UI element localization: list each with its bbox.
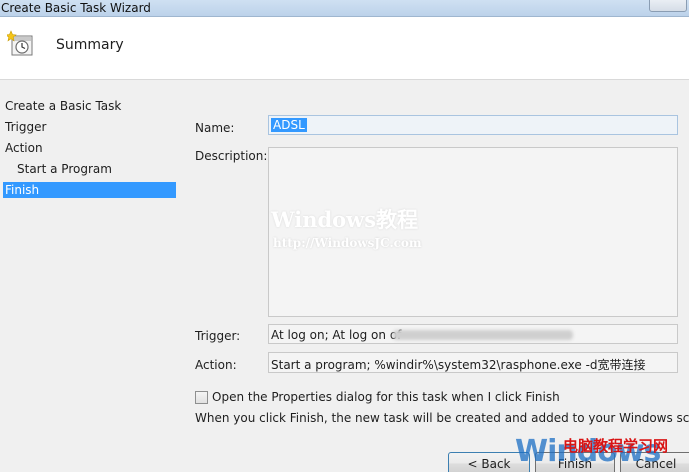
name-field[interactable]: ADSL	[268, 115, 678, 135]
close-window-button[interactable]	[649, 0, 687, 12]
wizard-header: Summary	[0, 17, 689, 80]
page-title: Summary	[56, 37, 124, 53]
title-bar[interactable]: Create Basic Task Wizard	[0, 0, 689, 17]
action-field: Start a program; %windir%\system32\rasph…	[268, 352, 678, 373]
action-value: Start a program; %windir%\system32\rasph…	[271, 358, 646, 372]
name-label: Name:	[195, 121, 235, 135]
wizard-steps: Create a Basic Task Trigger Action Start…	[0, 80, 178, 472]
site-watermark: Windows 电脑教程学习网	[515, 434, 689, 472]
watermark-title: Windows教程	[271, 207, 419, 232]
watermark-url: http://WindowsJC.com	[273, 236, 422, 250]
action-label: Action:	[195, 358, 237, 372]
open-properties-checkbox[interactable]	[195, 391, 208, 404]
finish-note: When you click Finish, the new task will…	[195, 411, 689, 425]
step-create-basic-task: Create a Basic Task	[5, 99, 122, 113]
step-action: Action	[5, 141, 43, 155]
task-clock-icon	[5, 30, 35, 58]
name-value: ADSL	[271, 118, 307, 132]
trigger-field: At log on; At log on of	[268, 324, 678, 344]
redacted-username	[393, 330, 573, 340]
trigger-value: At log on; At log on of	[271, 328, 402, 342]
description-label: Description:	[195, 149, 268, 163]
step-trigger: Trigger	[5, 120, 47, 134]
step-start-a-program: Start a Program	[17, 162, 112, 176]
trigger-label: Trigger:	[195, 329, 241, 343]
wizard-window: Create Basic Task Wizard Summary Create …	[0, 0, 689, 472]
wizard-content: Create a Basic Task Trigger Action Start…	[0, 80, 689, 472]
open-properties-label[interactable]: Open the Properties dialog for this task…	[212, 390, 560, 404]
step-finish: Finish	[3, 182, 176, 198]
window-title: Create Basic Task Wizard	[1, 1, 151, 15]
site-watermark-cn: 电脑教程学习网	[563, 437, 669, 455]
description-field[interactable]: Windows教程 http://WindowsJC.com	[268, 147, 678, 317]
